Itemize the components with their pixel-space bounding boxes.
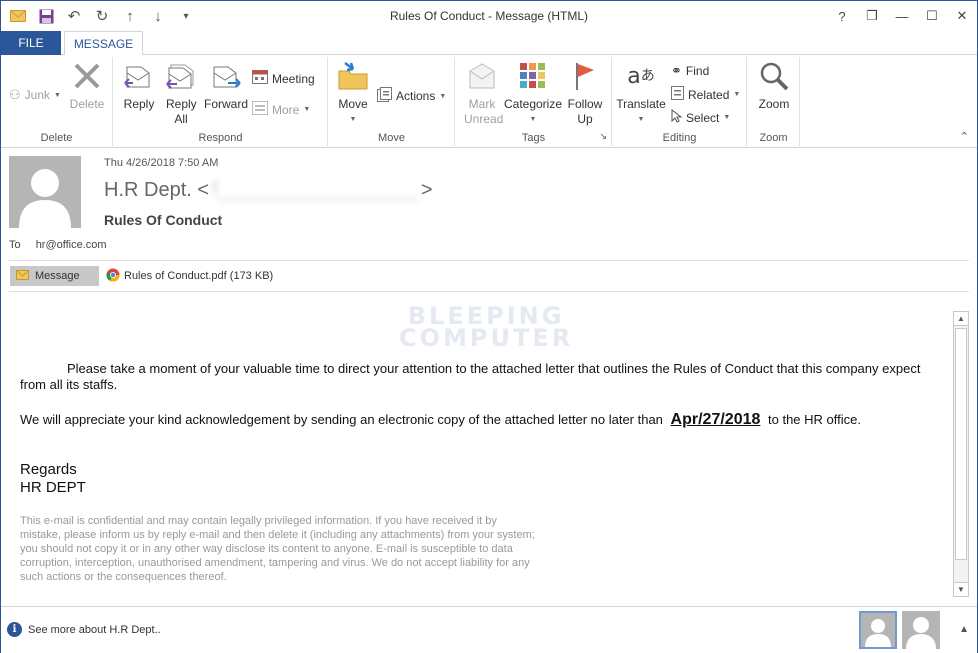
translate-icon: aあ xyxy=(627,63,655,89)
more-icon xyxy=(252,101,268,118)
categorize-button[interactable]: Categorize ▼ xyxy=(504,59,562,127)
people-pane-avatar-sender[interactable] xyxy=(859,611,897,649)
group-label-delete: Delete xyxy=(40,132,73,144)
message-view-tab[interactable]: Message xyxy=(10,266,99,286)
vertical-scrollbar[interactable]: ▲ ▼ xyxy=(953,311,969,597)
divider xyxy=(9,260,969,261)
chevron-down-icon: ▼ xyxy=(303,106,311,113)
collapse-ribbon-icon[interactable]: ⌃ xyxy=(960,130,969,143)
chevron-down-icon: ▼ xyxy=(439,92,447,100)
forward-button[interactable]: Forward xyxy=(203,59,249,112)
divider xyxy=(9,291,969,292)
ribbon-group-editing: aあ Translate ▼ ⚭ Find Related ▼ Select ▼… xyxy=(613,57,747,146)
delete-icon xyxy=(70,59,104,93)
translate-button[interactable]: aあ Translate ▼ xyxy=(615,59,667,127)
reply-all-button[interactable]: Reply All xyxy=(160,59,202,127)
message-body: BLEEPING COMPUTER Please take a moment o… xyxy=(9,297,953,599)
ribbon: ⚇ Junk ▼ Delete Delete Reply Reply All F… xyxy=(1,55,977,148)
info-icon: i xyxy=(7,622,22,637)
chrome-icon xyxy=(106,268,120,285)
ribbon-display-options-button[interactable]: ❐ xyxy=(857,1,887,31)
minimize-button[interactable]: — xyxy=(887,1,917,31)
sender-avatar xyxy=(9,156,81,228)
mark-unread-button[interactable]: Mark Unread xyxy=(460,59,504,127)
sender-email: f__________________ xyxy=(212,179,418,201)
maximize-button[interactable]: ☐ xyxy=(917,1,947,31)
ribbon-group-respond: Reply Reply All Forward Meeting More ▼ R… xyxy=(114,57,328,146)
move-button[interactable]: Move ▼ xyxy=(333,59,373,127)
related-button[interactable]: Related ▼ xyxy=(671,86,740,103)
meeting-button[interactable]: Meeting xyxy=(252,70,315,87)
cursor-icon xyxy=(671,108,683,126)
categorize-icon xyxy=(516,59,550,93)
help-button[interactable]: ? xyxy=(827,1,857,31)
envelope-icon xyxy=(16,269,29,283)
magnifier-icon xyxy=(757,59,791,93)
junk-icon: ⚇ xyxy=(9,87,21,102)
binoculars-icon: ⚭ xyxy=(671,63,682,78)
ribbon-group-zoom: Zoom Zoom xyxy=(748,57,800,146)
group-label-zoom: Zoom xyxy=(759,132,788,144)
move-folder-icon xyxy=(336,59,370,93)
group-label-move: Move xyxy=(378,132,405,144)
chevron-down-icon: ▼ xyxy=(529,116,537,123)
people-pane-toggle-icon[interactable]: ▲ xyxy=(959,624,969,635)
scroll-thumb[interactable] xyxy=(955,328,967,560)
body-paragraph-1: Please take a moment of your valuable ti… xyxy=(20,361,921,392)
zoom-button[interactable]: Zoom xyxy=(752,59,796,112)
to-recipient[interactable]: hr@office.com xyxy=(36,239,107,251)
group-label-editing: Editing xyxy=(662,132,697,144)
ribbon-group-tags: Mark Unread Categorize ▼ Follow Up ↘ Tag… xyxy=(456,57,612,146)
mark-unread-icon xyxy=(465,59,499,93)
more-respond-button[interactable]: More ▼ xyxy=(252,101,310,118)
chevron-down-icon: ▼ xyxy=(637,116,645,123)
people-pane: i See more about H.R Dept.. ▲ xyxy=(1,606,977,653)
group-label-respond: Respond xyxy=(198,132,243,144)
scroll-down-icon[interactable]: ▼ xyxy=(954,582,968,596)
flag-icon xyxy=(568,59,602,93)
reply-all-icon xyxy=(164,59,198,93)
group-label-tags: Tags xyxy=(521,132,546,144)
chevron-down-icon: ▼ xyxy=(723,114,731,121)
reply-button[interactable]: Reply xyxy=(120,59,158,112)
meeting-icon xyxy=(252,70,268,87)
to-label: To xyxy=(9,239,21,251)
to-line: To hr@office.com xyxy=(9,239,107,251)
ribbon-group-delete: ⚇ Junk ▼ Delete Delete xyxy=(1,57,113,146)
people-pane-info[interactable]: i See more about H.R Dept.. xyxy=(7,622,161,637)
sender-name: H.R Dept. xyxy=(104,179,192,201)
people-pane-avatar-recipient[interactable] xyxy=(902,611,940,649)
scroll-up-icon[interactable]: ▲ xyxy=(954,312,968,326)
deadline-date: Apr/27/2018 xyxy=(670,411,761,428)
message-subject: Rules Of Conduct xyxy=(104,212,223,228)
sent-date: Thu 4/26/2018 7:50 AM xyxy=(104,157,219,169)
actions-button[interactable]: Actions ▼ xyxy=(377,87,446,105)
chevron-down-icon: ▼ xyxy=(54,91,61,99)
reply-icon xyxy=(122,59,156,93)
chevron-down-icon: ▼ xyxy=(349,116,357,123)
sender[interactable]: H.R Dept. < f__________________ > xyxy=(104,179,433,202)
follow-up-button[interactable]: Follow Up xyxy=(563,59,607,127)
title-bar: ↶ ↻ ↑ ↓ ▾ Rules Of Conduct - Message (HT… xyxy=(1,1,977,31)
tab-file[interactable]: FILE xyxy=(1,31,61,55)
body-paragraph-2: We will appreciate your kind acknowledge… xyxy=(20,411,861,428)
outlook-message-window: ↶ ↻ ↑ ↓ ▾ Rules Of Conduct - Message (HT… xyxy=(0,0,978,653)
tab-message[interactable]: MESSAGE xyxy=(64,31,143,56)
related-icon xyxy=(671,86,684,103)
disclaimer: This e-mail is confidential and may cont… xyxy=(20,515,535,583)
delete-button[interactable]: Delete xyxy=(67,59,107,112)
ribbon-tabs: FILE MESSAGE xyxy=(1,31,977,56)
ribbon-group-move: Move ▼ Actions ▼ Move xyxy=(329,57,455,146)
junk-button[interactable]: ⚇ Junk ▼ xyxy=(9,87,61,103)
close-button[interactable]: ✕ xyxy=(947,1,977,31)
watermark: BLEEPING COMPUTER xyxy=(399,302,574,352)
attachment-pdf[interactable]: Rules of Conduct.pdf (173 KB) xyxy=(106,266,273,286)
forward-icon xyxy=(209,59,243,93)
window-controls: ? ❐ — ☐ ✕ xyxy=(827,1,977,31)
select-button[interactable]: Select ▼ xyxy=(671,108,731,126)
signature-block: Regards HR DEPT xyxy=(20,461,86,496)
actions-icon xyxy=(377,87,392,105)
find-button[interactable]: ⚭ Find xyxy=(671,63,709,79)
chevron-down-icon: ▼ xyxy=(733,91,741,98)
